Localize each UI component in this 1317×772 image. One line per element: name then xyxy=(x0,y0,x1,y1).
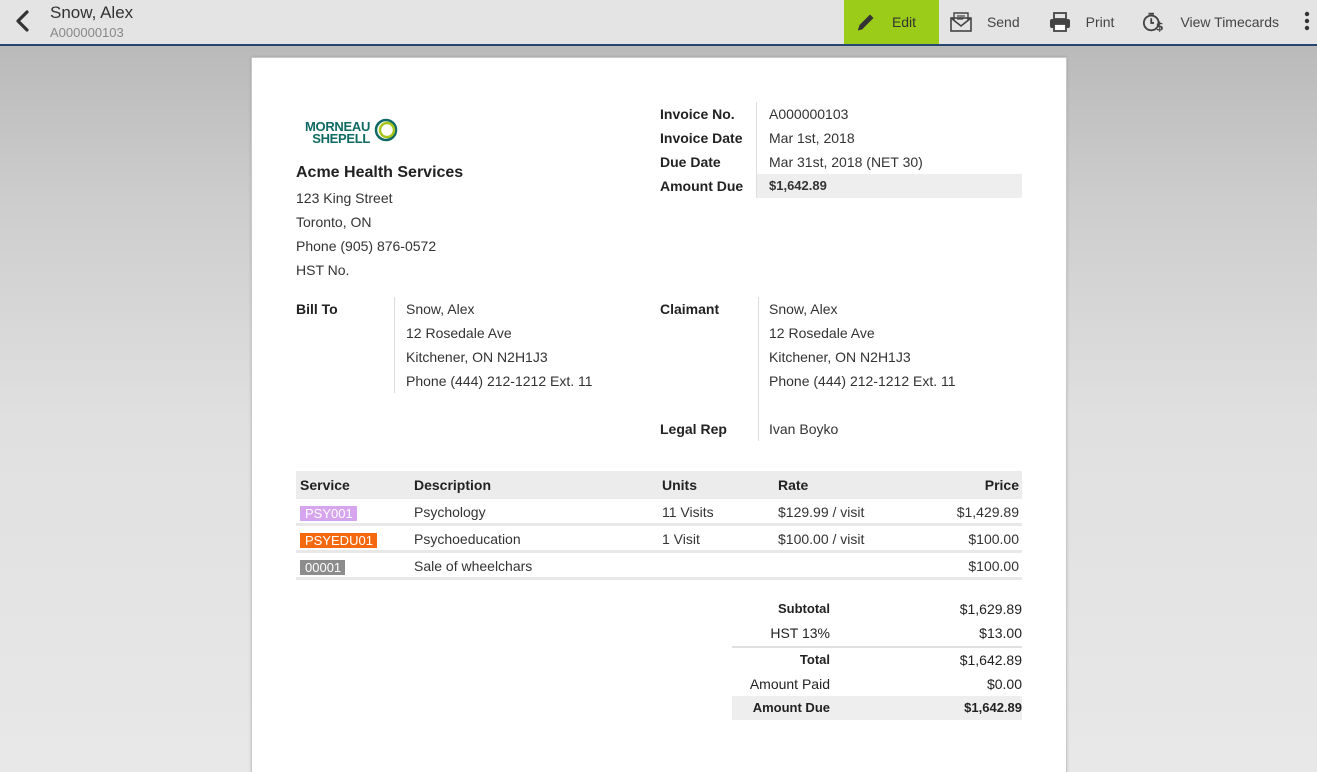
bill-to-name: Snow, Alex xyxy=(406,301,475,317)
services-table: Service Description Units Rate Price PSY… xyxy=(296,471,1022,580)
edit-button[interactable]: Edit xyxy=(843,0,939,44)
service-price: $100.00 xyxy=(968,531,1019,547)
invoice-sheet: MORNEAU SHEPELL Acme Health Services 123… xyxy=(251,57,1067,772)
view-timecards-label: View Timecards xyxy=(1180,14,1279,30)
service-code-badge: PSY001 xyxy=(300,505,357,521)
divider xyxy=(756,102,757,198)
logo-text-line2: SHEPELL xyxy=(312,130,371,146)
title-block: Snow, Alex A000000103 xyxy=(50,3,133,41)
bill-to-label: Bill To xyxy=(296,301,338,317)
service-price: $1,429.89 xyxy=(956,504,1019,520)
company-hst: HST No. xyxy=(296,262,350,278)
column-header-rate: Rate xyxy=(778,477,809,493)
amount-due-label: Amount Due xyxy=(660,178,744,194)
subtotal-value: $1,629.89 xyxy=(959,601,1022,617)
divider xyxy=(758,297,759,441)
company-street: 123 King Street xyxy=(296,190,393,206)
timer-dollar-icon: $ xyxy=(1142,10,1166,34)
more-menu-button[interactable] xyxy=(1297,0,1317,44)
chevron-left-icon xyxy=(15,9,31,37)
service-code-badge: 00001 xyxy=(300,559,346,575)
tax-row: HST 13% $13.00 xyxy=(732,621,1022,645)
invoice-date-label: Invoice Date xyxy=(660,130,743,146)
divider xyxy=(394,297,395,393)
column-header-service: Service xyxy=(300,477,350,493)
edit-label: Edit xyxy=(891,14,917,30)
kebab-menu-icon xyxy=(1304,11,1310,34)
claimant-name: Snow, Alex xyxy=(769,301,838,317)
toolbar: Edit Send Print $ View Timecards xyxy=(843,0,1317,44)
claimant-street: 12 Rosedale Ave xyxy=(769,325,875,341)
service-rate: $129.99 / visit xyxy=(778,504,865,520)
legal-rep-label: Legal Rep xyxy=(660,421,727,437)
table-header: Service Description Units Rate Price xyxy=(296,471,1022,499)
page-title: Snow, Alex xyxy=(50,3,134,22)
table-row: PSY001 Psychology 11 Visits $129.99 / vi… xyxy=(296,499,1022,526)
total-value: $1,642.89 xyxy=(959,652,1022,668)
amount-paid-label: Amount Paid xyxy=(749,676,830,692)
subtotal-label: Subtotal xyxy=(778,601,830,616)
service-price: $100.00 xyxy=(968,558,1019,574)
amount-paid-row: Amount Paid $0.00 xyxy=(732,672,1022,696)
svg-text:$: $ xyxy=(1156,20,1164,33)
legal-rep-value: Ivan Boyko xyxy=(769,421,839,437)
subtotal-row: Subtotal $1,629.89 xyxy=(732,597,1022,621)
bill-to-phone: Phone (444) 212-1212 Ext. 11 xyxy=(406,373,593,389)
service-units: 1 Visit xyxy=(662,531,700,547)
printer-icon xyxy=(1048,10,1072,34)
tax-label: HST 13% xyxy=(770,625,830,641)
print-button[interactable]: Print xyxy=(1038,0,1133,44)
service-description: Sale of wheelchars xyxy=(414,558,533,574)
view-timecards-button[interactable]: $ View Timecards xyxy=(1132,0,1297,44)
logo-ring-icon xyxy=(372,116,400,149)
print-label: Print xyxy=(1085,14,1115,30)
service-description: Psychoeducation xyxy=(414,531,521,547)
column-header-description: Description xyxy=(414,477,492,493)
tax-value: $13.00 xyxy=(979,625,1022,641)
column-header-units: Units xyxy=(662,477,697,493)
bill-to-section: Bill To Snow, Alex 12 Rosedale Ave Kitch… xyxy=(296,297,593,393)
claimant-label: Claimant xyxy=(660,301,720,317)
due-date-value: Mar 31st, 2018 (NET 30) xyxy=(769,154,923,170)
amount-due-value: $1,642.89 xyxy=(769,178,827,193)
company-name: Acme Health Services xyxy=(296,164,464,181)
claimant-section: Claimant Legal Rep Snow, Alex 12 Rosedal… xyxy=(660,297,956,441)
back-button[interactable] xyxy=(8,8,38,38)
company-city: Toronto, ON xyxy=(296,214,372,230)
company-phone: Phone (905) 876-0572 xyxy=(296,238,437,254)
service-rate: $100.00 / visit xyxy=(778,531,865,547)
invoice-date-value: Mar 1st, 2018 xyxy=(769,130,855,146)
claimant-phone: Phone (444) 212-1212 Ext. 11 xyxy=(769,373,956,389)
envelope-icon xyxy=(949,10,973,34)
send-label: Send xyxy=(986,14,1020,30)
due-date-label: Due Date xyxy=(660,154,721,170)
service-units: 11 Visits xyxy=(662,504,714,520)
company-logo: MORNEAU SHEPELL xyxy=(305,116,400,149)
total-label: Total xyxy=(799,652,830,667)
page-subtitle: A000000103 xyxy=(50,25,124,40)
total-row: Total $1,642.89 xyxy=(732,648,1022,672)
amount-due-total-label: Amount Due xyxy=(752,700,830,715)
amount-due-row: Amount Due $1,642.89 xyxy=(732,696,1022,720)
bill-to-city: Kitchener, ON N2H1J3 xyxy=(406,349,548,365)
top-bar: Snow, Alex A000000103 Edit Send Print $ xyxy=(0,0,1317,46)
amount-paid-value: $0.00 xyxy=(986,676,1022,692)
service-description: Psychology xyxy=(414,504,486,520)
table-row: 00001 Sale of wheelchars $100.00 xyxy=(296,553,1022,580)
invoice-no-value: A000000103 xyxy=(769,106,849,122)
pencil-icon xyxy=(854,10,878,34)
claimant-city: Kitchener, ON N2H1J3 xyxy=(769,349,911,365)
company-address: 123 King Street Toronto, ON Phone (905) … xyxy=(296,186,436,282)
table-row: PSYEDU01 Psychoeducation 1 Visit $100.00… xyxy=(296,526,1022,553)
column-header-price: Price xyxy=(984,477,1019,493)
invoice-no-label: Invoice No. xyxy=(660,106,735,122)
send-button[interactable]: Send xyxy=(939,0,1038,44)
amount-due-total-value: $1,642.89 xyxy=(964,700,1022,715)
bill-to-street: 12 Rosedale Ave xyxy=(406,325,512,341)
service-code-badge: PSYEDU01 xyxy=(300,532,377,548)
totals-section: Subtotal $1,629.89 HST 13% $13.00 Total … xyxy=(732,597,1022,720)
